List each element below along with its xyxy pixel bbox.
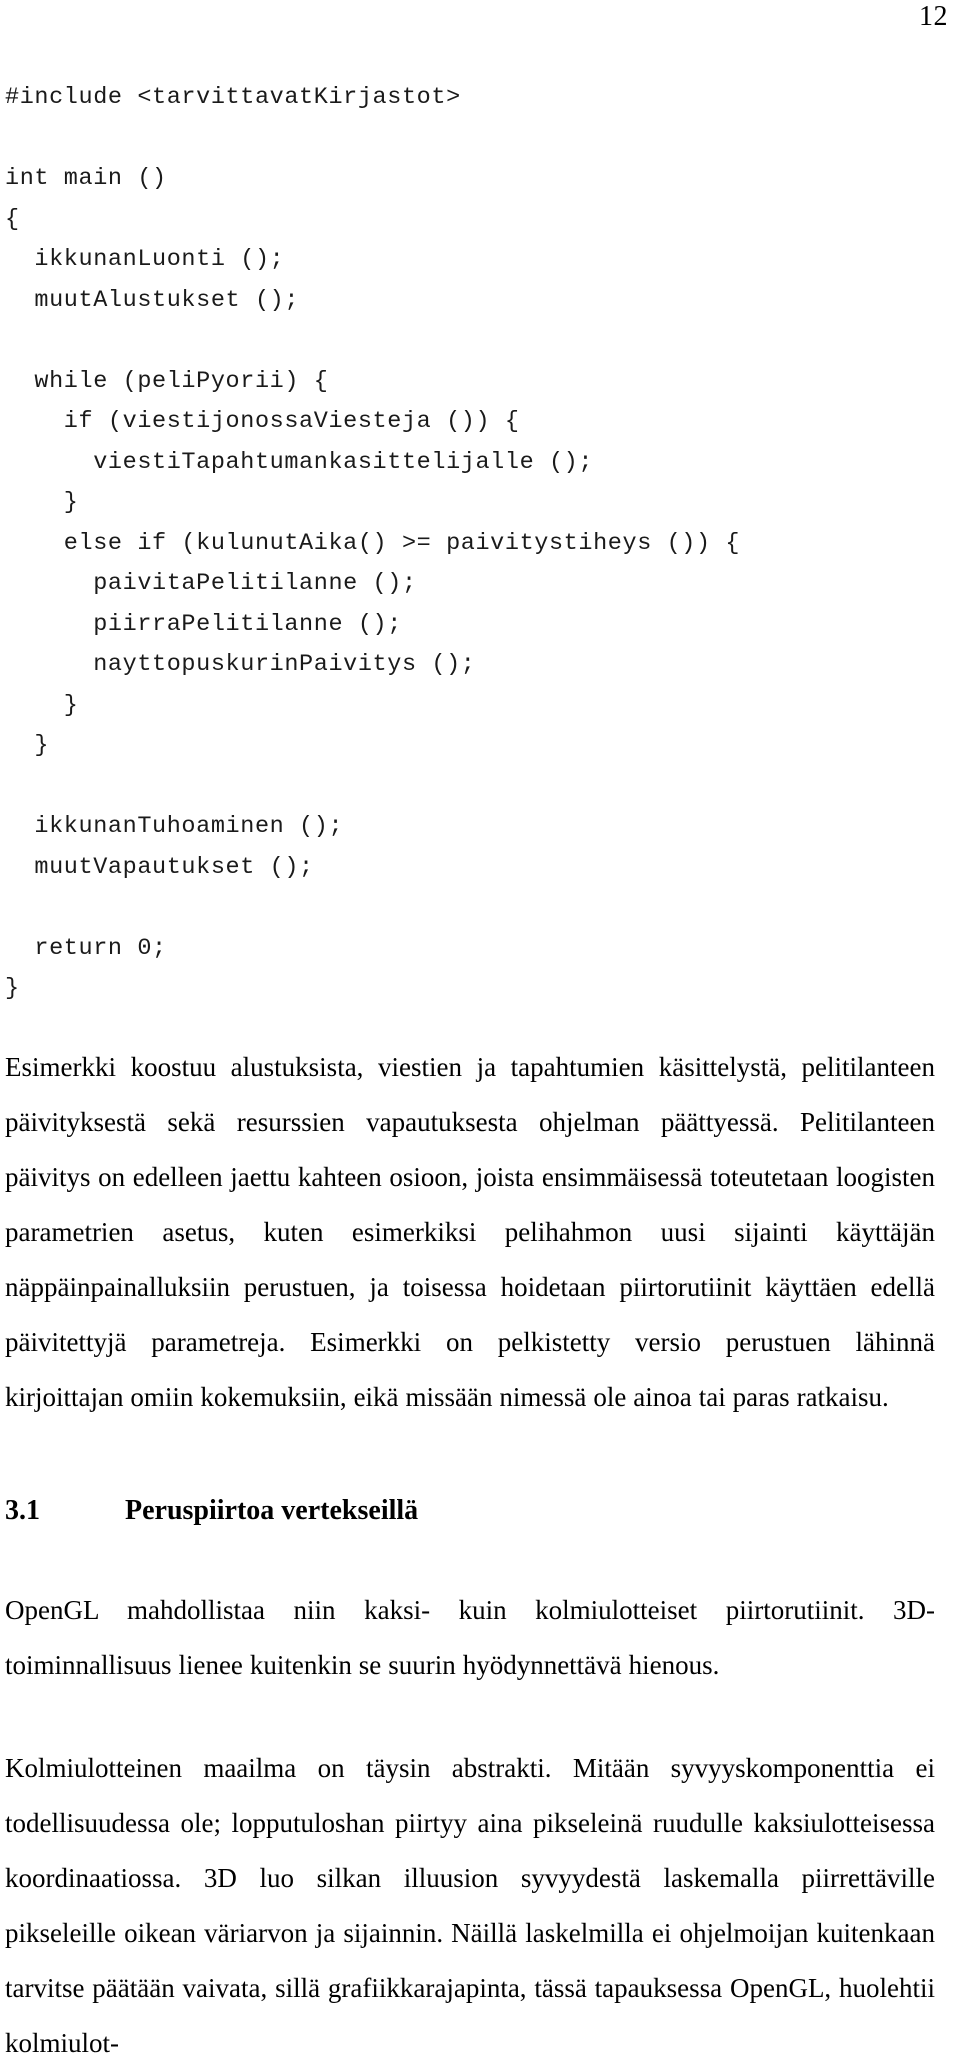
paragraph-opengl: OpenGL mahdollistaa niin kaksi- kuin kol… [5,1594,935,1680]
paragraph-kolmiulotteinen: Kolmiulotteinen maailma on täysin abstra… [5,1752,935,2058]
page-number: 12 [919,1,948,32]
code-line: } [5,691,79,719]
code-line: return 0; [5,934,167,962]
code-line: paivitaPelitilanne (); [5,570,417,597]
code-line: nayttopuskurinPaivitys (); [5,651,476,678]
section-heading-number: 3.1 [5,1494,40,1526]
code-line: } [5,975,20,1002]
section-heading-title: Peruspiirtoa vertekseillä [125,1494,419,1526]
code-line: ikkunanLuonti (); [5,246,285,273]
code-line: muutAlustukset (); [5,286,300,314]
section-heading: 3.1 Peruspiirtoa vertekseillä [5,1491,935,1531]
code-line: if (viestijonossaViesteja ()) { [5,408,520,435]
code-line: piirraPelitilanne (); [5,610,402,638]
code-line: } [5,489,79,516]
code-line: { [5,205,20,233]
code-listing: #include <tarvittavatKirjastot> int main… [5,78,935,1010]
code-line: } [5,732,50,759]
code-line: #include <tarvittavatKirjastot> [5,84,461,111]
code-line: else if (kulunutAika() >= paivitystiheys… [5,529,741,557]
code-line: muutVapautukset (); [5,853,314,881]
code-line: ikkunanTuhoaminen (); [5,813,344,840]
page-content: #include <tarvittavatKirjastot> int main… [5,78,935,2071]
code-line: viestiTapahtumankasittelijalle (); [5,448,594,476]
document-page: 12 #include <tarvittavatKirjastot> int m… [0,0,960,2058]
paragraph-intro: Esimerkki koostuu alustuksista, viestien… [5,1051,935,1412]
code-line: while (peliPyorii) { [5,367,329,395]
code-line: int main () [5,165,167,192]
